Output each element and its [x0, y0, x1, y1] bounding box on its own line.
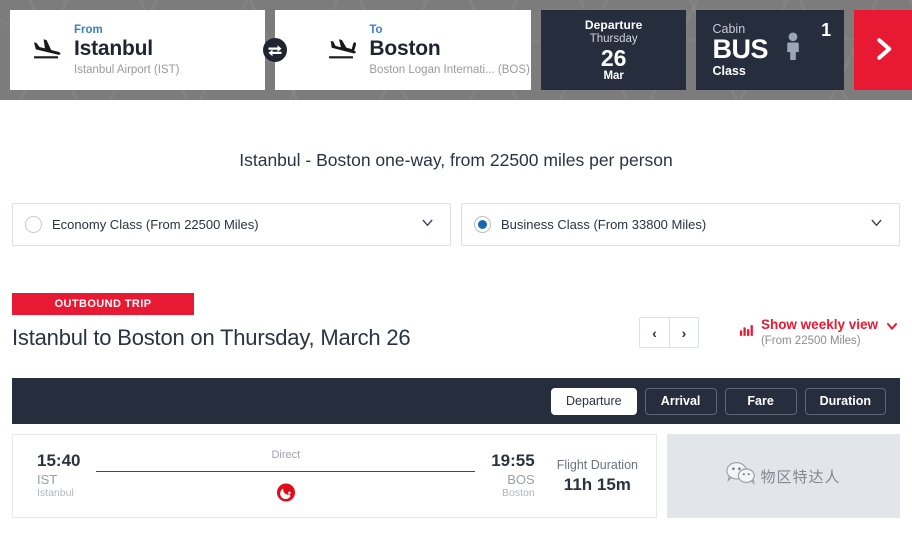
wechat-icon [726, 461, 756, 491]
next-day-button[interactable]: › [668, 318, 698, 348]
business-class-option[interactable]: Business Class (From 33800 Miles) [461, 203, 900, 246]
to-label: To [369, 24, 383, 37]
sort-fare-button[interactable]: Fare [724, 387, 797, 415]
cabin-passenger-field[interactable]: Cabin BUS Class 1 [696, 10, 845, 90]
from-city: Istanbul [74, 37, 153, 61]
previous-day-button[interactable]: ‹ [639, 318, 669, 348]
weekly-view-label: Show weekly view [760, 317, 878, 332]
show-weekly-view-button[interactable]: Show weekly view (From 22500 Miles) [739, 317, 900, 348]
economy-radio[interactable] [25, 216, 42, 233]
economy-class-label: Economy Class (From 22500 Miles) [52, 217, 259, 232]
route-graphic: Direct [96, 449, 476, 503]
search-summary-bar: From Istanbul Istanbul Airport (IST) To … [0, 0, 912, 100]
arrival-info: 19:55 BOS Boston [491, 452, 534, 500]
chevron-down-icon[interactable] [868, 214, 885, 236]
swap-arrows-icon [262, 38, 288, 66]
bar-chart-icon [739, 323, 755, 343]
arrival-city: Boston [502, 487, 535, 500]
departure-title: Departure [584, 17, 643, 32]
route-line [96, 471, 476, 472]
cabin-sub-label: Class [712, 64, 746, 78]
duration-value: 11h 15m [563, 474, 631, 494]
outbound-trip-section: OUTBOUND TRIP Istanbul to Boston on Thur… [0, 293, 912, 351]
business-class-label: Business Class (From 33800 Miles) [501, 217, 707, 232]
to-city: Boston [369, 37, 441, 61]
duration-label: Flight Duration [556, 457, 638, 472]
person-icon [786, 31, 800, 66]
from-field[interactable]: From Istanbul Istanbul Airport (IST) [10, 10, 266, 90]
outbound-trip-badge: OUTBOUND TRIP [12, 293, 194, 315]
flight-row[interactable]: 15:40 IST Istanbul Direct 19:55 BOS Bost… [12, 434, 657, 518]
search-submit-button[interactable] [854, 10, 912, 90]
trip-controls: ‹ › Show weekly view (From 22500 Miles) [638, 317, 900, 349]
sort-departure-button[interactable]: Departure [551, 387, 637, 415]
cabin-value: BUS [712, 34, 768, 64]
date-nav-group: ‹ › [638, 317, 699, 349]
weekly-view-sublabel: (From 22500 Miles) [760, 334, 861, 347]
class-selector-row: Economy Class (From 22500 Miles) Busines… [0, 203, 912, 246]
arrival-airport-code: BOS [507, 471, 535, 487]
flight-results-list: 15:40 IST Istanbul Direct 19:55 BOS Bost… [12, 434, 900, 518]
business-radio[interactable] [474, 216, 491, 233]
economy-class-option[interactable]: Economy Class (From 22500 Miles) [12, 203, 451, 246]
plane-arrival-icon [327, 36, 361, 65]
departure-airport-code: IST [37, 471, 58, 487]
sort-toolbar: Departure Arrival Fare Duration [12, 378, 900, 424]
departure-date-field[interactable]: Departure Thursday 26 Mar [540, 10, 687, 90]
sort-duration-button[interactable]: Duration [804, 387, 886, 415]
turkish-airlines-logo [276, 483, 295, 502]
departure-weekday: Thursday [589, 32, 638, 45]
departure-info: 15:40 IST Istanbul [37, 452, 80, 500]
fare-panel[interactable]: 物区特达人 [667, 434, 900, 518]
departure-time: 15:40 [37, 451, 81, 471]
chevron-right-icon [868, 34, 898, 67]
stops-label: Direct [271, 449, 301, 461]
to-airport: Boston Logan Internati... (BOS) [369, 63, 530, 76]
departure-month: Mar [603, 70, 624, 83]
chevron-down-icon[interactable] [419, 214, 436, 236]
arrival-time: 19:55 [491, 451, 535, 471]
flight-duration: Flight Duration 11h 15m [557, 458, 638, 495]
departure-day: 26 [600, 44, 627, 71]
sort-arrival-button[interactable]: Arrival [644, 387, 717, 415]
from-label: From [74, 24, 103, 37]
swap-airports-button[interactable] [262, 37, 288, 63]
passenger-count: 1 [821, 20, 832, 40]
watermark: 物区特达人 [726, 461, 840, 491]
chevron-down-icon[interactable] [884, 318, 900, 339]
watermark-text: 物区特达人 [760, 467, 841, 486]
to-field[interactable]: To Boston Boston Logan Internati... (BOS… [275, 10, 531, 90]
page-title: Istanbul - Boston one-way, from 22500 mi… [239, 150, 673, 170]
plane-departure-icon [32, 36, 66, 65]
from-airport: Istanbul Airport (IST) [74, 63, 180, 76]
departure-city: Istanbul [37, 487, 74, 500]
